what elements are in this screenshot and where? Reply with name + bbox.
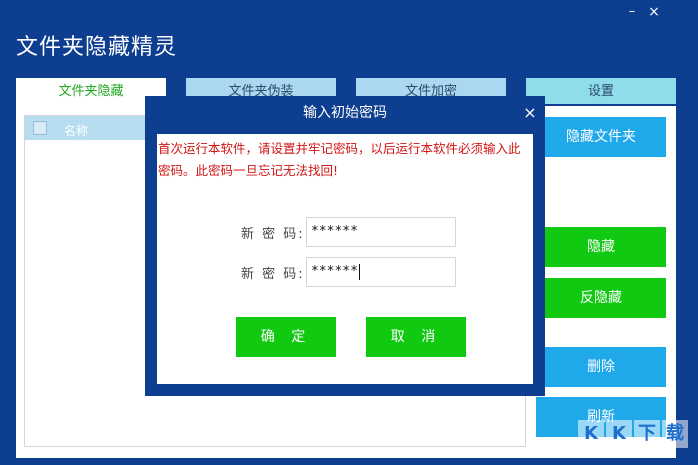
ok-button[interactable]: 确 定 [236, 317, 336, 357]
column-header-name[interactable]: 名称 [64, 122, 88, 139]
new-password-value: ****** [311, 224, 358, 239]
confirm-password-field[interactable]: ****** [306, 257, 456, 287]
confirm-password-value: ****** [311, 264, 358, 279]
watermark-logo: K K 下 载 [574, 420, 694, 460]
cancel-button[interactable]: 取 消 [366, 317, 466, 357]
unhide-button[interactable]: 反隐藏 [536, 278, 666, 318]
tab-folder-hide[interactable]: 文件夹隐藏 [16, 78, 166, 108]
tab-settings[interactable]: 设置 [526, 78, 676, 104]
delete-button[interactable]: 删除 [536, 347, 666, 387]
watermark-char: K [578, 420, 604, 448]
dialog-body: 首次运行本软件，请设置并牢记密码，以后运行本软件必须输入此密码。此密码一旦忘记无… [157, 134, 533, 384]
hide-button[interactable]: 隐藏 [536, 227, 666, 267]
new-password-field[interactable]: ****** [306, 217, 456, 247]
watermark-char: K [606, 420, 632, 448]
watermark-char: 载 [662, 420, 688, 448]
confirm-password-label: 新 密 码: [241, 267, 305, 282]
select-all-checkbox[interactable] [33, 121, 47, 135]
app-title: 文件夹隐藏精灵 [16, 35, 178, 60]
watermark-char: 下 [634, 420, 660, 448]
initial-password-dialog: 输入初始密码 × 首次运行本软件，请设置并牢记密码，以后运行本软件必须输入此密码… [145, 96, 545, 396]
new-password-label: 新 密 码: [241, 227, 305, 242]
hide-folder-button[interactable]: 隐藏文件夹 [536, 117, 666, 157]
text-caret [358, 263, 360, 280]
minimize-button[interactable]: – [624, 4, 640, 20]
dialog-title: 输入初始密码 [303, 105, 387, 121]
close-window-button[interactable]: × [646, 4, 662, 20]
dialog-close-icon[interactable]: × [521, 104, 539, 122]
warning-message: 首次运行本软件，请设置并牢记密码，以后运行本软件必须输入此密码。此密码一旦忘记无… [158, 141, 521, 178]
